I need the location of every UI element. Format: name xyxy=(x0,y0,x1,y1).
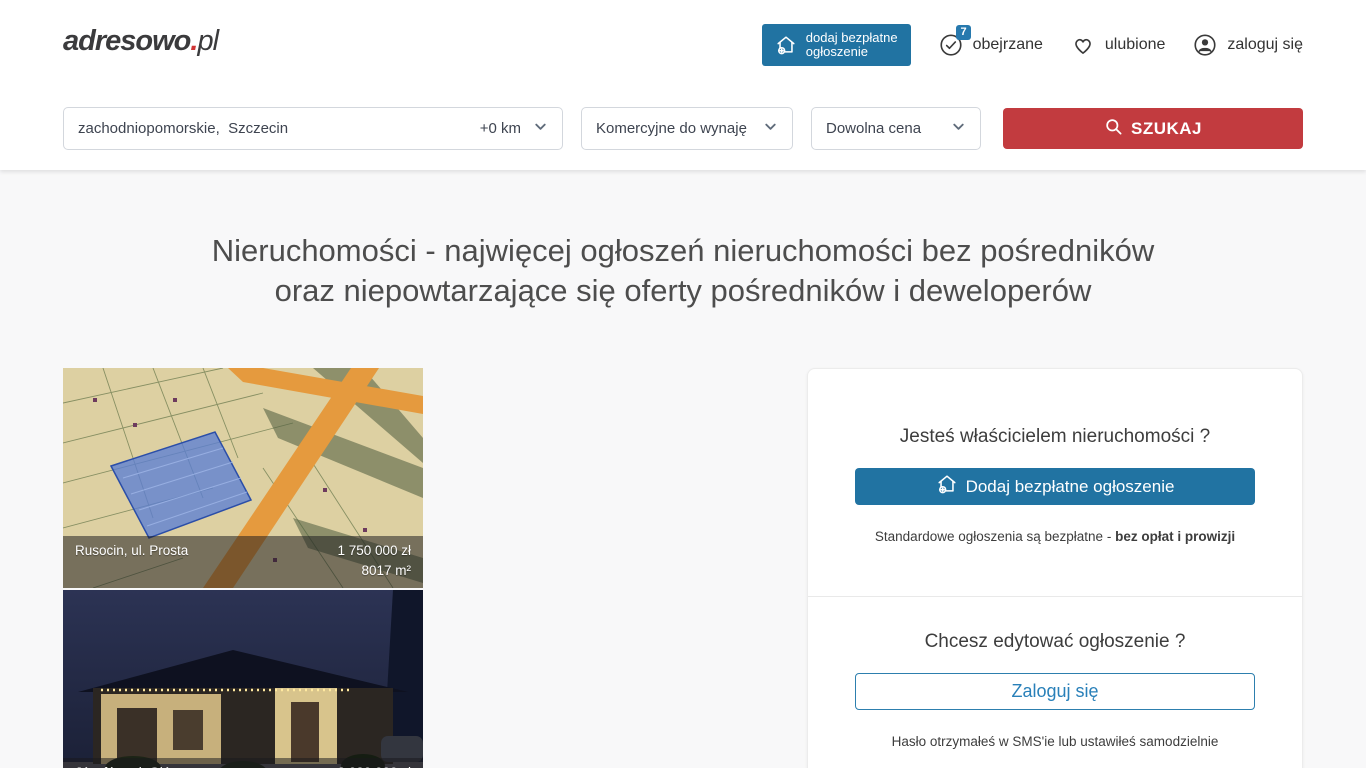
header: adresowo.pl dodaj bezpłatne ogłoszenie xyxy=(0,0,1366,170)
heart-icon xyxy=(1070,32,1096,58)
edit-panel-title: Chcesz edytować ogłoszenie ? xyxy=(808,629,1302,655)
price-select[interactable]: Dowolna cena xyxy=(811,107,981,150)
listing-card[interactable]: Rusocin, ul. Prosta 1 750 000 zł 8017 m² xyxy=(63,368,423,588)
chevron-down-icon xyxy=(951,119,966,138)
add-free-listing-button[interactable]: Dodaj bezpłatne ogłoszenie xyxy=(855,468,1255,505)
price-value: Dowolna cena xyxy=(826,120,921,137)
viewed-link[interactable]: 7 obejrzane xyxy=(938,32,1043,58)
login-button[interactable]: Zaloguj się xyxy=(855,673,1255,710)
listing-photo-house-night xyxy=(63,590,423,768)
owner-panel: Jesteś właścicielem nieruchomości ? Doda… xyxy=(807,368,1303,768)
listing-overlay: Rusocin, ul. Prosta 1 750 000 zł 8017 m² xyxy=(63,536,423,588)
category-select[interactable]: Komercyjne do wynaję xyxy=(581,107,793,150)
login-link[interactable]: zaloguj się xyxy=(1192,32,1303,58)
chevron-down-icon xyxy=(533,119,548,138)
chevron-down-icon xyxy=(763,119,778,138)
login-label: zaloguj się xyxy=(1227,36,1303,54)
search-button[interactable]: SZUKAJ xyxy=(1003,108,1303,149)
favorites-link[interactable]: ulubione xyxy=(1070,32,1166,58)
favorites-label: ulubione xyxy=(1105,36,1166,54)
listing-location: Józefów, ul. Główna xyxy=(75,763,195,768)
top-navigation: dodaj bezpłatne ogłoszenie 7 obejrzane u… xyxy=(762,24,1303,66)
listing-grid: Wieliczka Krzyszkowice, ul. Sadowa 1 134… xyxy=(63,368,783,768)
magnifier-icon xyxy=(1104,117,1123,141)
viewed-count-badge: 7 xyxy=(956,25,970,40)
add-listing-button[interactable]: dodaj bezpłatne ogłoszenie xyxy=(762,24,911,66)
page-title: Nieruchomości - najwięcej ogłoszeń nieru… xyxy=(0,231,1366,311)
listing-location: Rusocin, ul. Prosta xyxy=(75,541,188,582)
password-note: Hasło otrzymałeś w SMS'ie lub ustawiłeś … xyxy=(808,734,1302,749)
brand-name: adresowo xyxy=(63,25,190,57)
category-value: Komercyjne do wynaję xyxy=(596,120,747,137)
listing-area: 8017 m² xyxy=(337,561,411,581)
panel-divider xyxy=(808,596,1302,597)
house-plus-icon xyxy=(936,473,958,500)
login-button-label: Zaloguj się xyxy=(1011,681,1098,702)
brand-tld: pl xyxy=(197,25,218,57)
listing-overlay: Józefów, ul. Główna 2 080 000 zł xyxy=(63,758,423,768)
free-listing-note: Standardowe ogłoszenia są bezpłatne - be… xyxy=(808,529,1302,544)
search-button-label: SZUKAJ xyxy=(1131,119,1202,139)
listing-price-area: 2 080 000 zł xyxy=(337,763,411,768)
listing-price-area: 1 750 000 zł 8017 m² xyxy=(337,541,411,582)
owner-panel-title: Jesteś właścicielem nieruchomości ? xyxy=(808,424,1302,450)
listing-card[interactable]: Józefów, ul. Główna 2 080 000 zł xyxy=(63,590,423,768)
viewed-label: obejrzane xyxy=(973,36,1043,54)
radius-value: +0 km xyxy=(480,120,521,137)
location-value: zachodniopomorskie, Szczecin xyxy=(78,120,480,137)
add-listing-label: dodaj bezpłatne ogłoszenie xyxy=(806,31,898,59)
listing-price: 1 750 000 zł xyxy=(337,541,411,561)
add-free-listing-label: Dodaj bezpłatne ogłoszenie xyxy=(966,477,1175,497)
house-plus-icon xyxy=(775,34,797,56)
user-circle-icon xyxy=(1192,32,1218,58)
listing-price: 2 080 000 zł xyxy=(337,763,411,768)
location-input[interactable]: zachodniopomorskie, Szczecin +0 km xyxy=(63,107,563,150)
check-circle-icon: 7 xyxy=(938,32,964,58)
brand-logo[interactable]: adresowo.pl xyxy=(63,25,218,58)
